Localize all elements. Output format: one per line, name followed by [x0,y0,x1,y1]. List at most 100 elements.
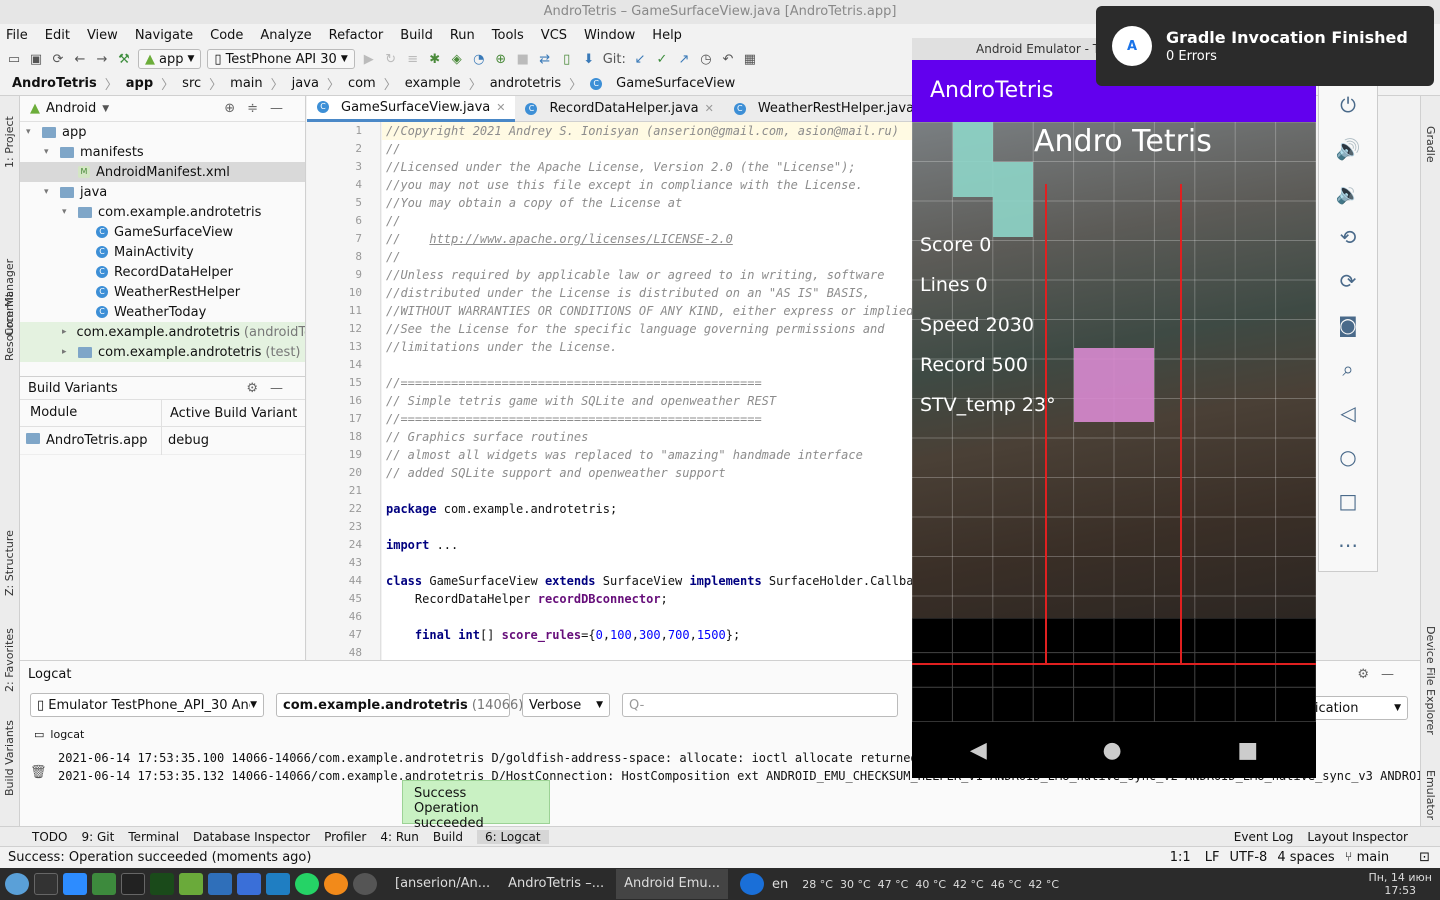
nav-recents-icon[interactable]: ■ [1237,738,1258,763]
tab-weatherresthelper[interactable]: CWeatherRestHelper.java✕ [724,96,939,122]
avd-manager-icon[interactable]: ▯ [559,51,575,67]
nav-back-icon[interactable]: ◀ [970,738,987,763]
menu-navigate[interactable]: Navigate [135,28,193,43]
control-grid[interactable] [912,618,1316,722]
make-hammer-icon[interactable]: ⚒ [116,51,132,67]
hp-icon[interactable] [740,873,765,895]
chart-app-icon[interactable] [266,873,290,895]
project-structure-icon[interactable]: ▦ [742,51,758,67]
nav-home-icon[interactable]: ● [1102,738,1121,763]
chevron-icon[interactable]: ▸ [62,327,67,337]
task-emulator[interactable]: Android Emu... [616,869,729,899]
crumb-class[interactable]: GameSurfaceView [616,76,735,91]
files-icon[interactable] [92,873,116,895]
tab-layout-inspector[interactable]: Layout Inspector [1307,830,1408,844]
crumb-project[interactable]: AndroTetris [12,76,97,91]
menu-view[interactable]: View [87,28,118,43]
history-icon[interactable]: ◷ [698,51,714,67]
menu-vcs[interactable]: VCS [541,28,567,43]
git-update-icon[interactable]: ↙ [632,51,648,67]
crumb-main[interactable]: main [230,76,262,91]
tree-item[interactable]: C WeatherToday [20,302,305,322]
tab-event-log[interactable]: Event Log [1234,830,1294,844]
save-icon[interactable]: ▣ [28,51,44,67]
tab-profiler[interactable]: Profiler [324,830,366,844]
crumb-example[interactable]: example [405,76,461,91]
panel-actions[interactable]: ⚙— [1357,667,1406,682]
crumb-src[interactable]: src [182,76,201,91]
debug-icon[interactable]: ✱ [427,51,443,67]
lock-icon[interactable]: ⊡ [1419,850,1430,865]
chevron-icon[interactable]: ▸ [62,347,74,357]
close-icon[interactable]: ✕ [496,101,505,114]
crumb-androtetris[interactable]: androtetris [490,76,561,91]
back-icon[interactable]: ← [72,51,88,67]
tree-item[interactable]: ▸ com.example.androtetris(androidTe [20,322,305,342]
sync-icon[interactable]: ⟳ [50,51,66,67]
tree-item[interactable]: ▾ com.example.androtetris [20,202,305,222]
power-icon[interactable]: ⏻ [1319,83,1377,127]
chevron-down-icon[interactable]: ▼ [102,104,109,114]
git-commit-icon[interactable]: ✓ [654,51,670,67]
trash-icon[interactable]: 🗑 [30,765,47,780]
menu-window[interactable]: Window [584,28,635,43]
git-branch[interactable]: ⑂ main [1345,850,1389,865]
menu-edit[interactable]: Edit [45,28,70,43]
tool-project[interactable]: 1: Project [3,116,16,168]
menu-build[interactable]: Build [400,28,433,43]
monitor-icon[interactable] [150,873,174,895]
chevron-icon[interactable]: ▾ [26,127,38,137]
forward-icon[interactable]: → [94,51,110,67]
tree-item[interactable]: ▾ manifests [20,142,305,162]
menu-refactor[interactable]: Refactor [329,28,384,43]
menu-help[interactable]: Help [652,28,682,43]
keyboard-layout[interactable]: en [772,877,788,892]
indent-setting[interactable]: 4 spaces [1277,850,1334,865]
tree-item[interactable]: C MainActivity [20,242,305,262]
clock[interactable]: Пн, 14 июн 17:53 [1368,871,1432,897]
whatsapp-icon[interactable] [295,873,319,895]
open-folder-icon[interactable]: ▭ [6,51,22,67]
caret-position[interactable]: 1:1 [1170,850,1191,865]
variant-cell[interactable]: debug [162,433,209,448]
terminal-icon[interactable] [121,873,145,895]
tool-favorites[interactable]: 2: Favorites [3,628,16,692]
task-android-studio[interactable]: AndroTetris –... [502,869,610,899]
status-message[interactable]: Success: Operation succeeded (moments ag… [8,850,311,865]
more-icon[interactable]: ⋯ [1319,523,1377,567]
tree-item[interactable]: C GameSurfaceView [20,222,305,242]
tab-database-inspector[interactable]: Database Inspector [193,830,310,844]
volume-down-icon[interactable]: 🔉 [1319,171,1377,215]
obs-icon[interactable] [353,873,377,895]
zoom-icon[interactable]: ⌕ [1319,347,1377,391]
device-dropdown[interactable]: ▯ Emulator TestPhone_API_30 Anc ▼ [30,693,264,717]
attach-debugger-icon[interactable]: ⊕ [493,51,509,67]
game-surface[interactable]: Andro Tetris Score 0 Lines 0 Speed 2030 … [912,122,1316,618]
apply-code-icon[interactable]: ≡ [405,51,421,67]
crumb-com[interactable]: com [348,76,376,91]
task-terminal[interactable]: [anserion/An... [389,869,496,899]
rotate-right-icon[interactable]: ⟳ [1319,259,1377,303]
logcat-search-input[interactable]: Q- [622,693,898,717]
tree-item[interactable]: C RecordDataHelper [20,262,305,282]
firefox-icon[interactable] [324,873,348,895]
tool-device-file-explorer[interactable]: Device File Explorer [1424,626,1437,735]
tool-gradle[interactable]: Gradle [1424,126,1437,163]
tab-terminal[interactable]: Terminal [128,830,179,844]
profile-icon[interactable]: ◔ [471,51,487,67]
gradle-notification[interactable]: A Gradle Invocation Finished 0 Errors [1096,6,1434,86]
volume-up-icon[interactable]: 🔊 [1319,127,1377,171]
tool-build-variants[interactable]: Build Variants [3,720,16,796]
gradle-sync-icon[interactable]: ⇄ [537,51,553,67]
overview-icon[interactable]: □ [1319,479,1377,523]
git-push-icon[interactable]: ↗ [676,51,692,67]
menu-run[interactable]: Run [450,28,475,43]
tree-item[interactable]: ▸ com.example.androtetris (test) [20,342,305,362]
tree-item[interactable]: ▾ java [20,182,305,202]
chevron-icon[interactable]: ▾ [44,187,56,197]
tab-build[interactable]: Build [433,830,463,844]
menu-tools[interactable]: Tools [492,28,524,43]
tool-resource-manager[interactable]: Resource Manager [3,259,16,361]
app-launcher-icon[interactable] [34,873,58,895]
zoom-app-icon[interactable] [63,873,87,895]
